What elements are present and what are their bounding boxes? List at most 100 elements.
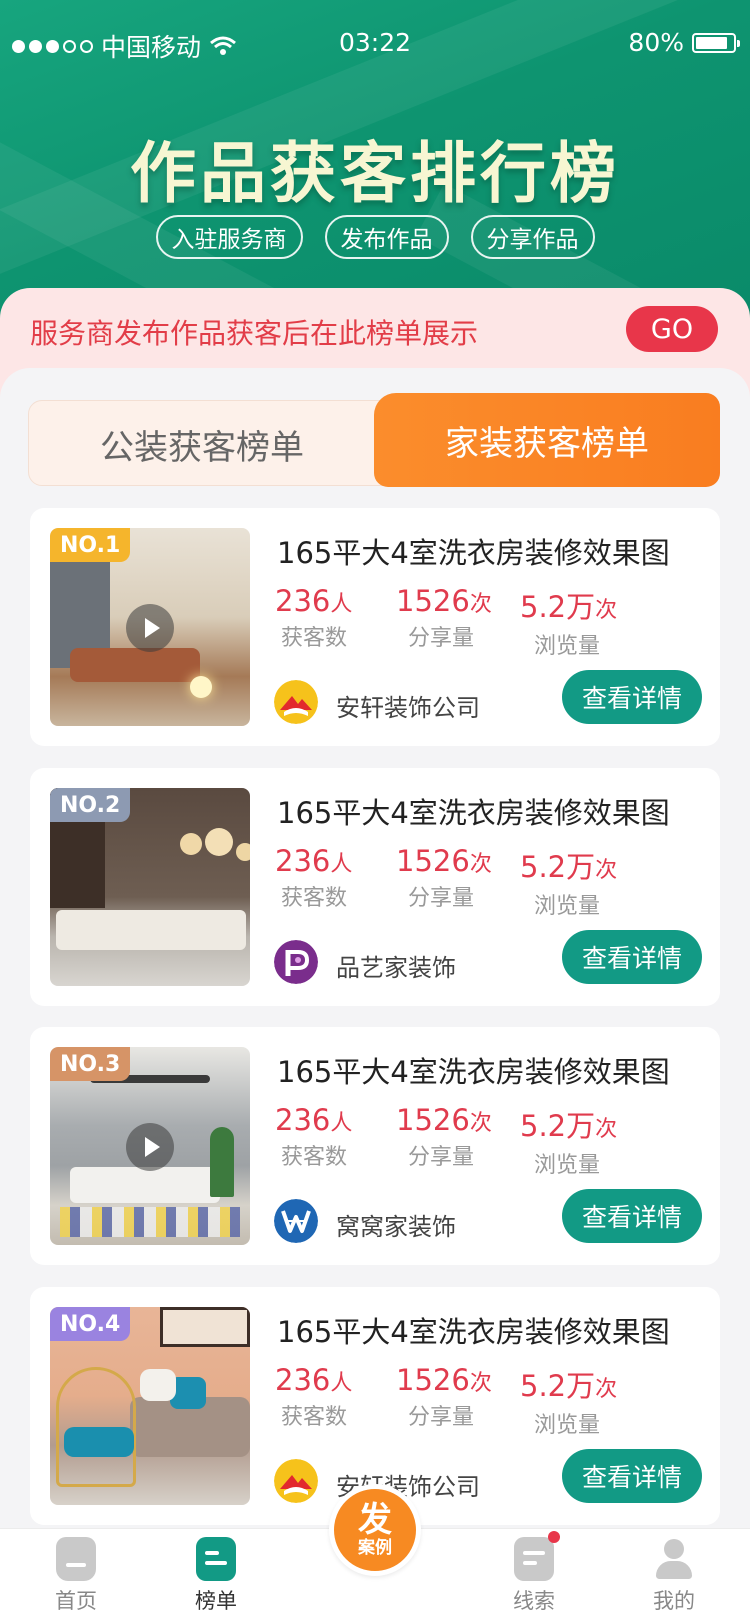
wall-lamp-decoration [180, 833, 202, 855]
views-value: 5.2万 [520, 1369, 596, 1403]
customers-unit: 人 [330, 1371, 353, 1396]
views-label: 浏览量 [534, 1153, 601, 1178]
shares-label: 分享量 [408, 626, 475, 651]
shares-value: 1526 [396, 1103, 470, 1137]
shares-value: 1526 [396, 844, 470, 878]
customers-label: 获客数 [281, 886, 348, 911]
rank-badge: NO.3 [50, 1047, 131, 1081]
project-thumbnail[interactable]: NO.4 [50, 1307, 250, 1505]
shares-value: 1526 [396, 584, 470, 618]
home-icon [56, 1537, 96, 1581]
shares-value: 1526 [396, 1363, 470, 1397]
shares-unit: 次 [469, 1371, 492, 1396]
go-button[interactable]: GO [626, 306, 718, 352]
view-details-button[interactable]: 查看详情 [562, 1449, 702, 1503]
shares-stat: 1526次 分享量 [396, 844, 492, 912]
publish-work-button[interactable]: 发布作品 [324, 215, 449, 259]
sofa-decoration [70, 648, 200, 682]
project-title[interactable]: 165平大4室洗衣房装修效果图 [277, 790, 670, 832]
company-name[interactable]: 窝窝家装饰 [336, 1207, 456, 1242]
sofa-decoration [56, 910, 246, 950]
play-icon[interactable] [126, 604, 174, 652]
status-bar: 中国移动 03:22 80% [0, 0, 750, 88]
ranking-card[interactable]: NO.3 165平大4室洗衣房装修效果图 236人 获客数 1526次 分享量 … [30, 1027, 720, 1265]
post-case-small-label: 案例 [358, 1538, 392, 1558]
customers-stat: 236人 获客数 [275, 1363, 352, 1431]
nav-profile[interactable]: 我的 [624, 1537, 724, 1615]
play-icon[interactable] [126, 1123, 174, 1171]
view-details-button[interactable]: 查看详情 [562, 930, 702, 984]
project-title[interactable]: 165平大4室洗衣房装修效果图 [277, 530, 670, 572]
customers-label: 获客数 [281, 1405, 348, 1430]
nav-home[interactable]: 首页 [26, 1537, 126, 1615]
page-title: 作品获客排行榜 [130, 135, 620, 212]
nav-leads[interactable]: 线索 [484, 1531, 584, 1615]
shares-label: 分享量 [408, 1145, 475, 1170]
leads-icon [514, 1531, 560, 1581]
plant-decoration [210, 1127, 234, 1197]
ranking-icon [196, 1537, 236, 1581]
nav-home-label: 首页 [55, 1589, 97, 1613]
purple-p-logo-icon [274, 940, 318, 984]
post-case-button[interactable]: 发 案例 [329, 1484, 421, 1576]
ranking-tabs: 公装获客榜单 家装获客榜单 [28, 393, 720, 487]
shares-label: 分享量 [408, 886, 475, 911]
project-thumbnail[interactable]: NO.2 [50, 788, 250, 986]
views-label: 浏览量 [534, 1413, 601, 1438]
views-unit: 次 [595, 598, 618, 623]
post-case-big-label: 发 [358, 1500, 392, 1540]
view-details-button[interactable]: 查看详情 [562, 1189, 702, 1243]
views-stat: 5.2万次 浏览量 [520, 844, 617, 920]
tab-public-ranking[interactable]: 公装获客榜单 [29, 401, 375, 487]
customers-stat: 236人 获客数 [275, 844, 352, 912]
join-provider-button[interactable]: 入驻服务商 [155, 215, 303, 259]
battery-percent: 80% [628, 28, 684, 57]
project-thumbnail[interactable]: NO.1 [50, 528, 250, 726]
customers-value: 236 [275, 1363, 331, 1397]
tab-home-ranking[interactable]: 家装获客榜单 [374, 393, 720, 487]
pillow-decoration [140, 1369, 176, 1401]
rug-decoration [60, 1207, 240, 1237]
nav-leads-label: 线索 [513, 1589, 555, 1613]
rank-badge: NO.2 [50, 788, 131, 822]
customers-stat: 236人 获客数 [275, 1103, 352, 1171]
customers-label: 获客数 [281, 626, 348, 651]
views-value: 5.2万 [520, 590, 596, 624]
customers-value: 236 [275, 844, 331, 878]
shares-unit: 次 [469, 592, 492, 617]
nav-ranking[interactable]: 榜单 [166, 1537, 266, 1615]
ranking-card[interactable]: NO.2 165平大4室洗衣房装修效果图 236人 获客数 1526次 分享量 … [30, 768, 720, 1006]
views-label: 浏览量 [534, 894, 601, 919]
rank-badge: NO.1 [50, 528, 131, 562]
share-work-button[interactable]: 分享作品 [470, 215, 595, 259]
hero-actions: 入驻服务商 发布作品 分享作品 [0, 215, 750, 259]
chair-cushion-decoration [64, 1427, 134, 1457]
customers-value: 236 [275, 1103, 331, 1137]
view-details-button[interactable]: 查看详情 [562, 670, 702, 724]
customers-stat: 236人 获客数 [275, 584, 352, 652]
views-value: 5.2万 [520, 850, 596, 884]
views-unit: 次 [595, 1117, 618, 1142]
nav-profile-label: 我的 [653, 1589, 695, 1613]
customers-unit: 人 [330, 1111, 353, 1136]
ranking-card[interactable]: NO.1 165平大4室洗衣房装修效果图 236人 获客数 1526次 分享量 … [30, 508, 720, 746]
profile-icon [654, 1537, 694, 1581]
shares-label: 分享量 [408, 1405, 475, 1430]
nav-ranking-label: 榜单 [195, 1589, 237, 1613]
project-thumbnail[interactable]: NO.3 [50, 1047, 250, 1245]
rank-badge: NO.4 [50, 1307, 131, 1341]
views-stat: 5.2万次 浏览量 [520, 584, 617, 660]
battery-icon [692, 32, 740, 53]
company-name[interactable]: 安轩装饰公司 [336, 688, 480, 723]
shares-stat: 1526次 分享量 [396, 1363, 492, 1431]
project-title[interactable]: 165平大4室洗衣房装修效果图 [277, 1049, 670, 1091]
project-title[interactable]: 165平大4室洗衣房装修效果图 [277, 1309, 670, 1351]
views-unit: 次 [595, 858, 618, 883]
customers-unit: 人 [330, 852, 353, 877]
company-name[interactable]: 品艺家装饰 [336, 948, 456, 983]
views-unit: 次 [595, 1377, 618, 1402]
shares-stat: 1526次 分享量 [396, 1103, 492, 1171]
blue-w-logo-icon [274, 1199, 318, 1243]
wall-lamp-decoration [205, 828, 233, 856]
customers-label: 获客数 [281, 1145, 348, 1170]
